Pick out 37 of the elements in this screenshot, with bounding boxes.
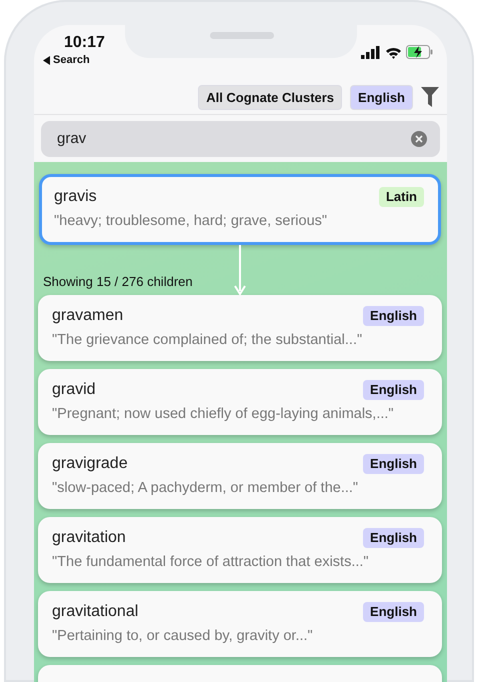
back-link[interactable]: Search xyxy=(42,53,105,67)
clear-icon[interactable] xyxy=(410,130,428,148)
children-count-text: Showing 15 / 276 children xyxy=(43,272,193,291)
word-text: gravitational xyxy=(52,602,138,622)
entry-card[interactable]: gravitation English "The fundamental force of attraction that exists..." xyxy=(38,517,442,583)
entry-card[interactable]: gravigrade English "slow-paced; A pachyderm, or member of the..." xyxy=(38,443,442,509)
entry-card[interactable]: gravid English "Pregnant; now used chiefly of egg-laying animals,..." xyxy=(38,369,442,435)
gloss-text: "heavy; troublesome, hard; grave, serious" xyxy=(54,212,328,231)
language-tag: English xyxy=(363,602,424,622)
language-tag: Latin xyxy=(378,187,424,207)
battery-charging-icon xyxy=(406,45,433,59)
language-filter-chip[interactable]: English xyxy=(350,84,413,110)
entry-card[interactable]: gravitational English "Pertaining to, or caused by, gravity or..." xyxy=(38,591,442,657)
signal-icon xyxy=(361,46,381,58)
gloss-text: "slow-paced; A pachyderm, or member of the..." xyxy=(52,479,360,498)
language-tag: English xyxy=(363,454,424,474)
back-icon xyxy=(42,56,50,64)
word-text: gravid xyxy=(52,380,96,400)
word-text: gravamen xyxy=(52,306,124,326)
clock-time: 10:17 xyxy=(63,33,105,53)
language-tag: English xyxy=(363,528,424,548)
gloss-text: "Pregnant; now used chiefly of egg-laying animals,..." xyxy=(52,405,395,424)
wifi-icon xyxy=(385,46,402,58)
gloss-text: "The grievance complained of; the substantial..." xyxy=(52,331,364,350)
language-tag: English xyxy=(363,306,424,326)
entry-card[interactable]: gravamen English "The grievance complained of; the substantial..." xyxy=(38,295,442,361)
cluster-filter-chip[interactable]: All Cognate Clusters xyxy=(198,84,342,110)
word-text: gravigrade xyxy=(52,454,128,474)
arrow-down-icon xyxy=(234,245,246,295)
word-text: gravis xyxy=(54,187,97,207)
gloss-text: "The fundamental force of attraction that exists..." xyxy=(52,553,370,572)
gloss-text: "Pertaining to, or caused by, gravity or..." xyxy=(52,627,314,646)
entry-card[interactable]: gravis Latin "heavy; troublesome, hard; grave, serious" xyxy=(39,174,441,245)
language-tag: English xyxy=(363,380,424,400)
filter-icon[interactable] xyxy=(421,87,439,107)
search-field[interactable]: grav xyxy=(41,121,440,157)
word-text: gravitation xyxy=(52,528,126,548)
